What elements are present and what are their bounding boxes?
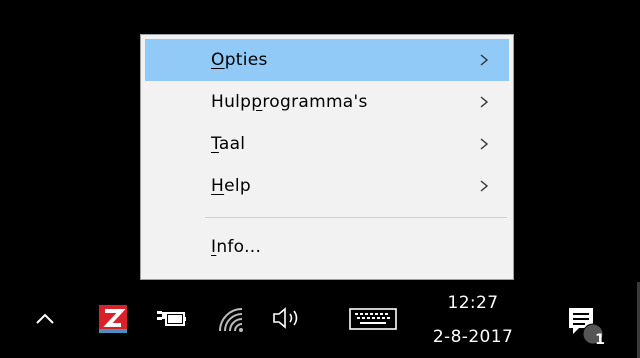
tray-context-menu: Opties Hulpprogramma's Taal Help Info... (140, 34, 514, 280)
chevron-right-icon (480, 96, 489, 108)
menu-item-hulpprogrammas[interactable]: Hulpprogramma's (145, 81, 509, 123)
volume-tray-button[interactable] (268, 302, 308, 334)
wifi-icon (219, 308, 243, 332)
menu-separator (205, 217, 507, 218)
speaker-volume-icon (273, 307, 298, 329)
menu-item-label: Hulpprogramma's (211, 92, 368, 112)
chevron-right-icon (480, 180, 489, 192)
clock-button[interactable]: 12:27 2-8-2017 (418, 286, 528, 354)
menu-item-label: Help (211, 176, 251, 196)
clock-date: 2-8-2017 (432, 327, 514, 347)
menu-item-label: Opties (211, 50, 268, 70)
menu-item-help[interactable]: Help (145, 165, 509, 207)
menu-item-info[interactable]: Info... (145, 226, 509, 268)
keyboard-icon (349, 308, 397, 330)
menu-item-label: Taal (211, 134, 246, 154)
battery-power-icon (157, 311, 186, 326)
chevron-right-icon (480, 138, 489, 150)
zonealarm-tray-button[interactable] (96, 302, 130, 336)
touch-keyboard-button[interactable] (344, 304, 402, 334)
menu-item-label: Info... (211, 237, 262, 257)
network-tray-button[interactable] (214, 304, 248, 336)
menu-item-opties[interactable]: Opties (145, 39, 509, 81)
menu-item-taal[interactable]: Taal (145, 123, 509, 165)
power-tray-button[interactable] (154, 304, 188, 334)
show-hidden-icons-button[interactable] (30, 304, 60, 334)
action-center-button[interactable]: 1 (560, 300, 610, 350)
notification-count-badge: 1 (595, 332, 605, 348)
zonealarm-z-icon (99, 305, 127, 333)
chevron-right-icon (480, 54, 489, 66)
taskbar: 12:27 2-8-2017 1 (0, 282, 640, 358)
chevron-up-icon (36, 313, 54, 324)
desktop-screen: Opties Hulpprogramma's Taal Help Info... (0, 0, 640, 358)
clock-time: 12:27 (447, 293, 499, 313)
